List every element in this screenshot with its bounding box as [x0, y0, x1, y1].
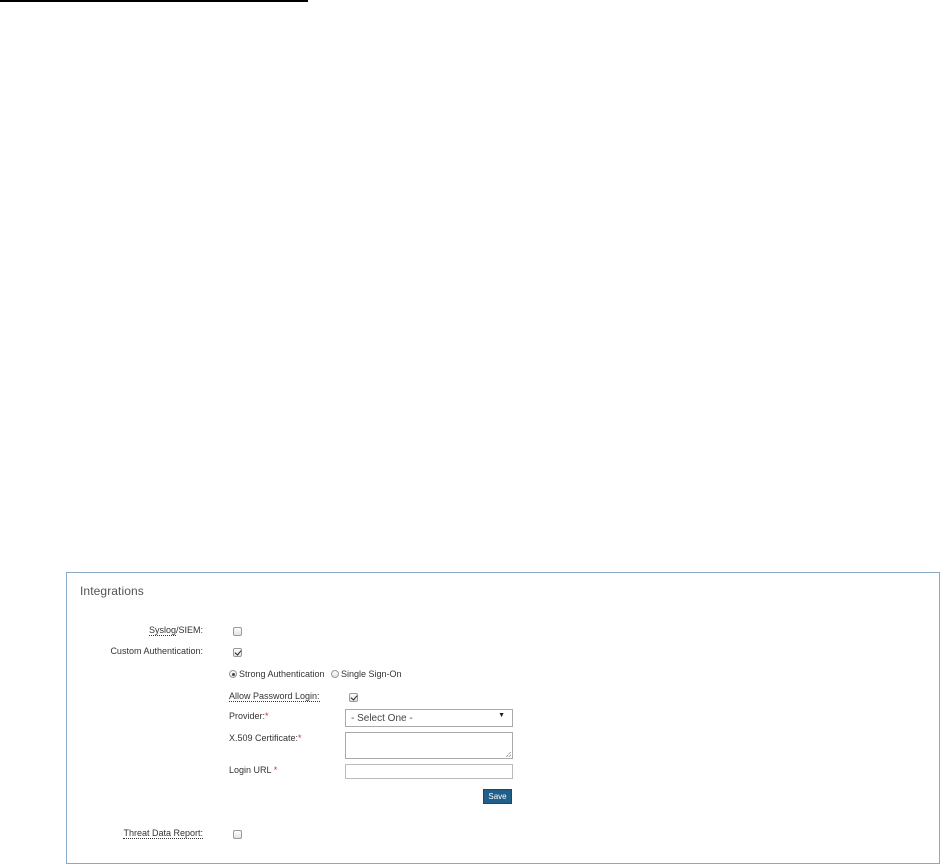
threat-report-checkbox[interactable] [233, 830, 242, 839]
custom-auth-checkbox[interactable] [233, 648, 242, 657]
syslog-label: Syslog/SIEM: [148, 625, 203, 636]
login-url-label: Login URL * [229, 765, 278, 775]
save-button[interactable]: Save [483, 789, 512, 804]
strong-auth-label: Strong Authentication [239, 669, 325, 679]
sso-label: Single Sign-On [341, 669, 402, 679]
integrations-panel: Integrations Syslog/SIEM: Custom Authent… [66, 572, 940, 864]
page: Integrations Syslog/SIEM: Custom Authent… [0, 0, 943, 867]
chevron-down-icon: ▼ [498, 712, 505, 719]
sso-radio[interactable] [331, 670, 339, 678]
provider-select[interactable]: - Select One - ▼ [345, 709, 513, 727]
strong-auth-radio[interactable] [229, 670, 237, 678]
resize-grip-icon[interactable] [506, 752, 511, 757]
provider-selected-value: - Select One - [351, 713, 413, 724]
certificate-label: X.509 Certificate:* [229, 733, 302, 743]
panel-title: Integrations [80, 584, 144, 598]
syslog-link[interactable]: Syslog [148, 625, 176, 636]
provider-label: Provider:* [229, 711, 269, 721]
certificate-textarea[interactable] [345, 732, 513, 759]
login-url-input[interactable] [345, 764, 513, 779]
allow-password-checkbox[interactable] [349, 693, 358, 702]
syslog-checkbox[interactable] [233, 627, 242, 636]
threat-report-label: Threat Data Report: [123, 828, 203, 839]
custom-auth-label: Custom Authentication: [110, 646, 203, 656]
top-divider [0, 0, 308, 2]
allow-password-label: Allow Password Login: [229, 691, 320, 702]
